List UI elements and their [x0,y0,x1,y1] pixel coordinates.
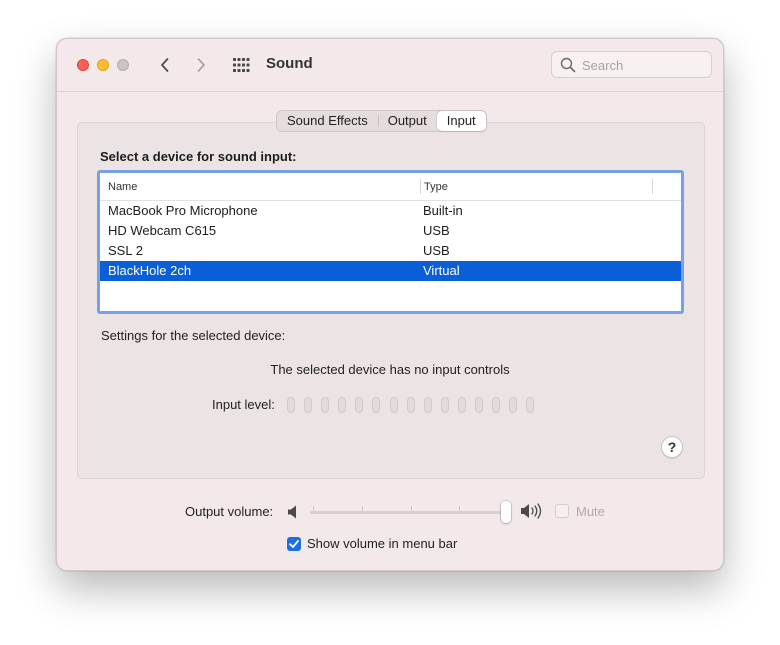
device-name: SSL 2 [108,243,143,258]
forward-button[interactable] [190,54,212,76]
column-header-name[interactable]: Name [108,181,137,193]
volume-low-icon [288,505,296,519]
mute-label: Mute [576,504,605,519]
device-list-heading: Select a device for sound input: [100,149,297,164]
device-type: Built-in [423,203,463,218]
show-all-grid-icon[interactable] [231,55,251,75]
chevron-left-icon [161,58,169,72]
table-row[interactable]: SSL 2 USB [100,241,681,261]
back-button[interactable] [154,54,176,76]
output-volume-label: Output volume: [185,504,274,519]
slider-tick [411,506,412,511]
input-level-segment [423,397,432,413]
tab-output[interactable]: Output [377,111,437,131]
mute-checkbox[interactable] [555,504,569,518]
input-level-segment [457,397,466,413]
input-level-segment [372,397,381,413]
input-level-segment [440,397,449,413]
input-level-segment [287,397,295,413]
column-header-type[interactable]: Type [424,181,448,193]
input-level-segment [406,397,415,413]
table-row-selected[interactable]: BlackHole 2ch Virtual [100,261,681,281]
no-input-controls-message: The selected device has no input control… [270,362,510,377]
device-type: Virtual [423,263,460,278]
slider-tick [459,506,460,511]
sound-preferences-window: Sound Sound Effects Output Input Select … [56,38,724,571]
input-level-meter [287,397,535,413]
close-button[interactable] [77,59,89,71]
volume-high-icon [521,503,542,519]
device-name: MacBook Pro Microphone [108,203,258,218]
window-title: Sound [266,55,313,72]
input-level-segment [355,397,364,413]
minimize-button[interactable] [97,59,109,71]
column-divider[interactable] [420,179,421,194]
input-level-segment [475,397,484,413]
checkmark-icon [289,540,299,548]
show-volume-label: Show volume in menu bar [307,536,458,551]
show-volume-checkbox[interactable] [287,537,301,551]
input-level-segment [492,397,501,413]
table-row[interactable]: MacBook Pro Microphone Built-in [100,201,681,221]
input-level-segment [389,397,398,413]
search-field[interactable] [551,51,712,78]
tab-input[interactable]: Input [436,111,486,131]
column-divider[interactable] [652,179,653,194]
input-level-segment [321,397,330,413]
settings-heading: Settings for the selected device: [101,328,286,343]
output-volume-slider-knob[interactable] [501,501,511,523]
slider-tick [362,506,363,511]
input-level-segment [304,397,313,413]
zoom-button[interactable] [117,59,129,71]
chevron-right-icon [197,58,205,72]
search-icon [560,57,576,73]
device-type: USB [423,223,450,238]
device-name: HD Webcam C615 [108,223,217,238]
table-header: Name Type [100,173,681,201]
input-level-segment [526,397,535,413]
output-volume-track[interactable] [310,511,507,514]
slider-tick [313,506,314,511]
table-row[interactable]: HD Webcam C615 USB [100,221,681,241]
tab-sound-effects[interactable]: Sound Effects [277,111,378,131]
tab-bar: Sound Effects Output Input [276,110,487,132]
input-device-table[interactable]: Name Type MacBook Pro Microphone Built-i… [97,170,684,314]
title-bar: Sound [57,39,723,92]
input-level-segment [509,397,518,413]
input-level-segment [338,397,347,413]
device-type: USB [423,243,450,258]
search-input[interactable] [582,56,702,74]
input-level-label: Input level: [212,397,275,412]
device-name: BlackHole 2ch [108,263,192,278]
help-button[interactable]: ? [661,436,683,458]
